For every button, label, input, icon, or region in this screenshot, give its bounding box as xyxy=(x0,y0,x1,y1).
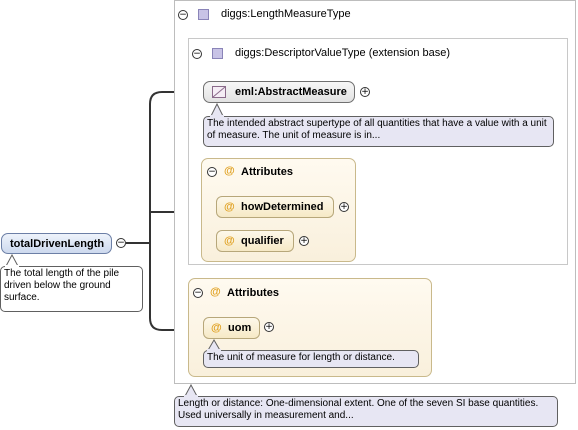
doc-pointer-cover xyxy=(5,265,19,268)
base-type-name: diggs:DescriptorValueType (extension bas… xyxy=(235,47,451,59)
attribute-icon: @ xyxy=(211,322,222,334)
attribute-qualifier[interactable]: @ qualifier xyxy=(216,230,294,252)
collapse-icon[interactable]: − xyxy=(116,238,126,248)
abstract-measure-doc: The intended abstract supertype of all q… xyxy=(203,116,554,147)
expand-icon[interactable]: + xyxy=(360,87,370,97)
type-name: diggs:LengthMeasureType xyxy=(221,8,351,20)
attributes-title: Attributes xyxy=(227,287,279,299)
collapse-icon[interactable]: − xyxy=(193,288,203,298)
abstract-element-icon xyxy=(212,86,226,98)
root-element-node[interactable]: totalDrivenLength xyxy=(1,233,112,254)
complex-type-icon xyxy=(212,48,223,59)
collapse-icon[interactable]: − xyxy=(207,167,217,177)
attribute-icon: @ xyxy=(210,286,221,298)
attribute-uom[interactable]: @ uom xyxy=(203,317,260,339)
complex-type-icon xyxy=(198,9,209,20)
attribute-how-determined[interactable]: @ howDetermined xyxy=(216,196,334,218)
attribute-icon: @ xyxy=(224,201,235,213)
attribute-label: qualifier xyxy=(241,235,284,247)
uom-doc: The unit of measure for length or distan… xyxy=(203,350,419,368)
expand-icon[interactable]: + xyxy=(264,322,274,332)
collapse-icon[interactable]: − xyxy=(178,10,188,20)
root-element-doc: The total length of the pile driven belo… xyxy=(0,266,143,312)
abstract-measure-node[interactable]: eml:AbstractMeasure xyxy=(203,81,355,103)
attributes-title: Attributes xyxy=(241,166,293,178)
collapse-icon[interactable]: − xyxy=(192,49,202,59)
root-element-label: totalDrivenLength xyxy=(10,238,105,250)
abstract-measure-label: eml:AbstractMeasure xyxy=(235,86,347,98)
doc-pointer-cover xyxy=(210,115,224,118)
attribute-icon: @ xyxy=(224,235,235,247)
expand-icon[interactable]: + xyxy=(299,236,309,246)
attribute-label: uom xyxy=(228,322,252,334)
doc-pointer-cover xyxy=(184,395,198,398)
attribute-label: howDetermined xyxy=(241,201,324,213)
expand-icon[interactable]: + xyxy=(339,202,349,212)
type-doc: Length or distance: One-dimensional exte… xyxy=(174,396,558,427)
doc-pointer-cover xyxy=(207,349,221,352)
attribute-icon: @ xyxy=(224,165,235,177)
